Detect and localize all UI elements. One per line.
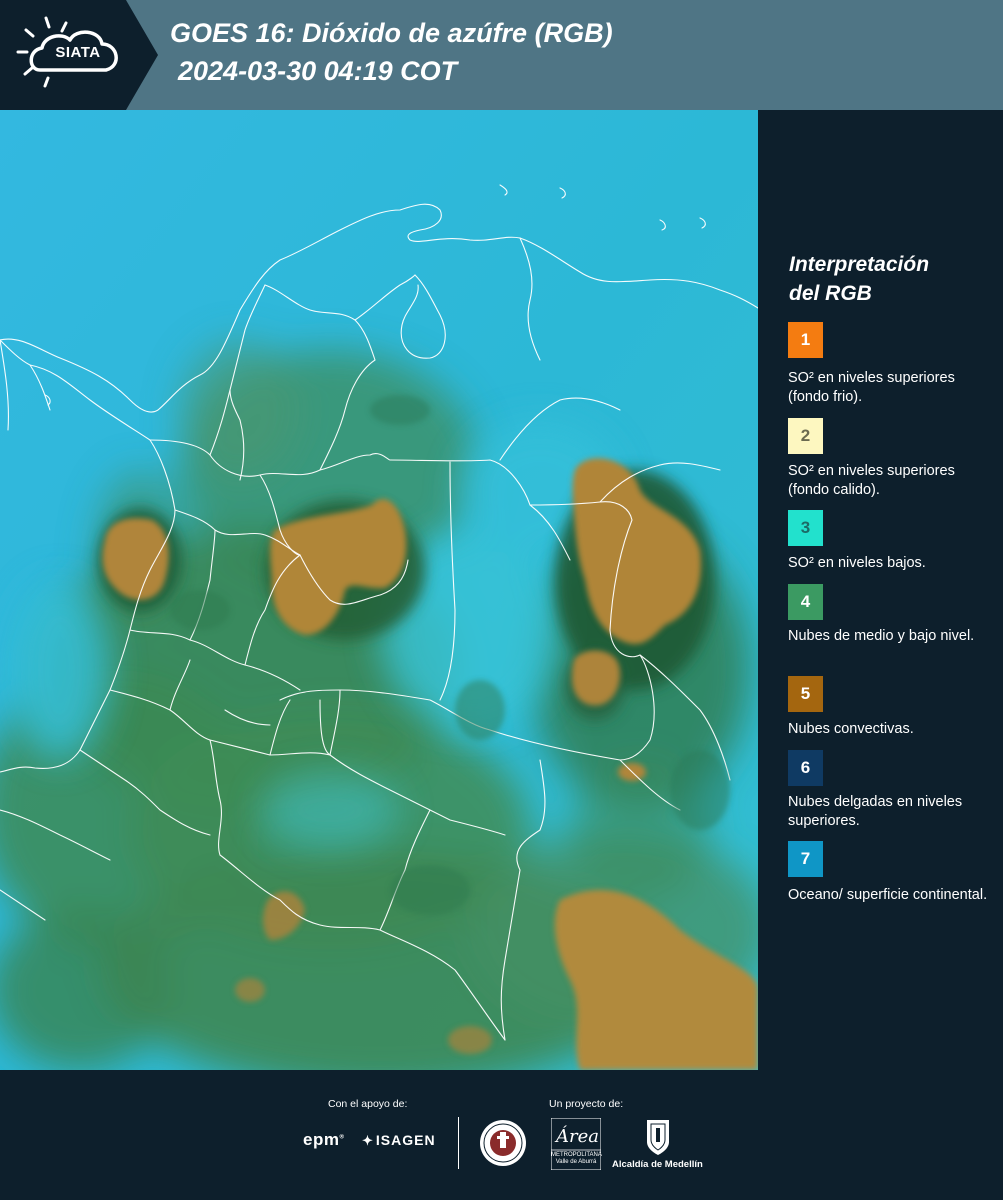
legend-text-2: SO² en niveles superiores (fondo calido)… xyxy=(788,463,955,498)
medellin-seal-icon xyxy=(480,1120,526,1166)
legend-text-6: Nubes delgadas en niveles superiores. xyxy=(788,794,963,829)
legend-number-4: 4 xyxy=(800,592,811,611)
area-logo-text: METROPOLITANA Valle de Aburrá xyxy=(551,1152,602,1166)
footer-bar: Con el apoyo de: Un proyecto de: epm® ✦ I… xyxy=(0,1070,1003,1200)
page-title: GOES 16: Dióxido de azúfre (RGB) xyxy=(170,18,613,48)
legend-number-1: 1 xyxy=(800,330,811,349)
siata-logo-text: SIATA xyxy=(55,44,101,61)
footer-divider xyxy=(458,1117,459,1169)
isagen-logo-text: ISAGEN xyxy=(375,1132,436,1148)
legend-title-line2: del RGB xyxy=(789,282,872,305)
satellite-image xyxy=(0,110,758,1070)
legend-text-7: Oceano/ superficie continental. xyxy=(788,887,988,903)
legend-swatch-6: 6 xyxy=(788,750,823,786)
legend-swatch-1: 1 xyxy=(788,322,823,358)
legend-number-7: 7 xyxy=(800,849,811,868)
legend-swatch-7: 7 xyxy=(788,841,823,877)
page-timestamp: 2024-03-30 04:19 COT xyxy=(178,56,458,86)
epm-logo: epm® xyxy=(303,1130,345,1149)
satellite-map-svg xyxy=(0,110,758,1070)
epm-logo-text: epm xyxy=(303,1130,340,1149)
area-line2: Valle de Aburrá xyxy=(555,1159,597,1165)
support-label: Con el apoyo de: xyxy=(328,1098,408,1110)
legend-number-6: 6 xyxy=(800,758,811,777)
legend-title-line1: Interpretación xyxy=(789,253,930,276)
legend-text-1: SO² en niveles superiores (fondo frio). xyxy=(788,370,955,405)
area-line1: METROPOLITANA xyxy=(551,1152,602,1158)
legend-swatch-3: 3 xyxy=(788,510,823,546)
alcaldia-shield-icon xyxy=(647,1120,669,1155)
legend-swatch-4: 4 xyxy=(788,584,823,620)
legend-title: Interpretación del RGB xyxy=(789,250,989,308)
project-label: Un proyecto de: xyxy=(549,1098,624,1110)
legend-text-5: Nubes convectivas. xyxy=(788,721,914,737)
isagen-icon: ✦ xyxy=(362,1133,374,1148)
legend-number-3: 3 xyxy=(800,518,811,537)
header-bar: SIATA GOES 16: Dióxido de azúfre (RGB) 2… xyxy=(0,0,1003,110)
legend-number-2: 2 xyxy=(800,426,811,445)
legend-swatch-2: 2 xyxy=(788,418,823,454)
legend-swatch-5: 5 xyxy=(788,676,823,712)
siata-logo: SIATA xyxy=(0,0,158,110)
legend-text-4: Nubes de medio y bajo nivel. xyxy=(788,628,975,644)
legend-text-3: SO² en niveles bajos. xyxy=(788,555,926,571)
alcaldia-text: Alcaldía de Medellín xyxy=(612,1159,703,1170)
isagen-logo: ✦ ISAGEN xyxy=(362,1132,436,1149)
area-logo-script: Área xyxy=(556,1126,599,1147)
legend-number-5: 5 xyxy=(800,684,811,703)
